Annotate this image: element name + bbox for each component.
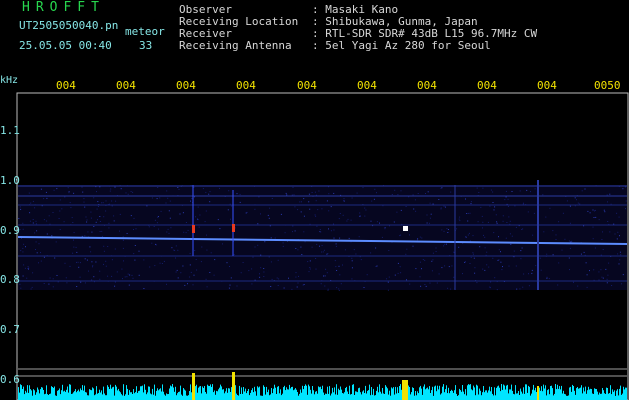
x-tick-label: 004 <box>537 79 557 92</box>
y-tick-label: 0.8 <box>0 273 20 286</box>
y-tick-label: 1.1 <box>0 124 20 137</box>
spectrogram-plot <box>16 92 629 400</box>
echo-spike <box>232 372 235 400</box>
y-tick-label: 1.0 <box>0 174 20 187</box>
x-tick-label: 0050 <box>594 79 621 92</box>
x-tick-label: 004 <box>236 79 256 92</box>
meteor-head <box>192 225 195 233</box>
echo-spike <box>402 380 408 400</box>
x-tick-label: 004 <box>477 79 497 92</box>
x-tick-label: 004 <box>116 79 136 92</box>
y-tick-label: 0.9 <box>0 224 20 237</box>
meteor-head <box>403 226 408 231</box>
x-tick-label: 004 <box>297 79 317 92</box>
echo-spike <box>537 386 539 400</box>
y-axis-unit: kHz <box>0 75 19 86</box>
echo-spike <box>192 373 195 400</box>
x-tick-label: 004 <box>176 79 196 92</box>
y-tick-label: 0.6 <box>0 373 20 386</box>
y-tick-label: 0.7 <box>0 323 20 336</box>
x-tick-label: 004 <box>357 79 377 92</box>
x-tick-label: 004 <box>417 79 437 92</box>
meteor-head <box>232 224 235 232</box>
x-tick-label: 004 <box>56 79 76 92</box>
